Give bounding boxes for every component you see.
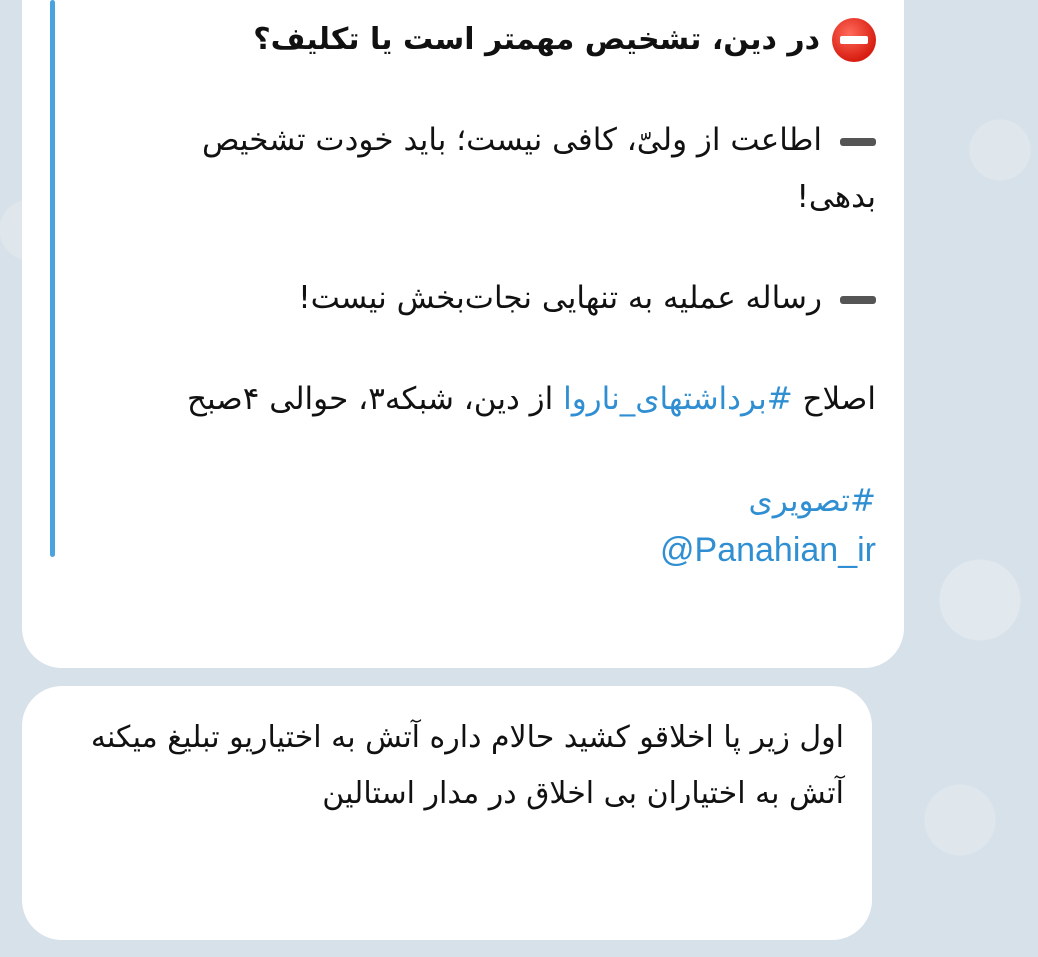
message-line: اطاعت از ولیّ، کافی نیست؛ باید خودت تشخی…	[201, 122, 876, 215]
message-text: در دین، تشخیص مهمتر است یا تکلیف؟ اطاعت …	[122, 18, 876, 574]
message-headline: در دین، تشخیص مهمتر است یا تکلیف؟	[122, 18, 876, 62]
channel-handle-link[interactable]: @Panahian_ir	[122, 526, 876, 574]
message-bubble[interactable]: اول زیر پا اخلاقو کشید حالام داره آتش به…	[22, 686, 872, 940]
stop-sign-icon	[832, 18, 876, 62]
message-text: اول زیر پا اخلاقو کشید حالام داره آتش به…	[62, 710, 844, 822]
dash-icon	[840, 137, 876, 146]
message-bubble[interactable]: در دین، تشخیص مهمتر است یا تکلیف؟ اطاعت …	[22, 0, 904, 668]
dash-icon	[840, 295, 876, 304]
hashtag-link[interactable]: #برداشتهای_ناروا	[563, 381, 793, 417]
message-line: اصلاح #برداشتهای_ناروا از دین، شبکه۳، حو…	[187, 381, 876, 417]
message-line: آتش به اختیاران بی اخلاق در مدار استالین	[322, 776, 844, 811]
message-line: اول زیر پا اخلاقو کشید حالام داره آتش به…	[90, 720, 844, 755]
message-line: رساله عملیه به تنهایی نجات‌بخش نیست!	[122, 270, 876, 327]
quote-bar	[50, 0, 55, 557]
headline-text: در دین، تشخیص مهمتر است یا تکلیف؟	[253, 22, 820, 57]
hashtag-link[interactable]: #تصویری	[122, 476, 877, 526]
